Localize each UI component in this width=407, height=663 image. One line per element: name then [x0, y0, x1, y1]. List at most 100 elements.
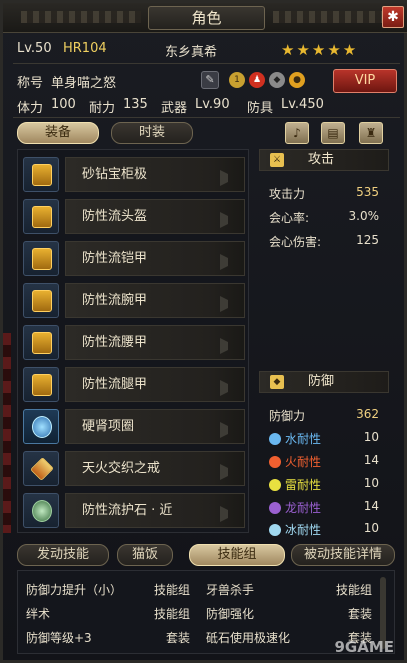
equip-name: 防性流腿甲: [65, 367, 245, 402]
tab-equipment[interactable]: 装备: [17, 122, 99, 144]
defense-header: ◆ 防御: [259, 371, 389, 393]
stat-label: 会心伤害:: [269, 235, 322, 249]
equip-slot-arm[interactable]: 防性流腕甲: [23, 283, 245, 318]
equip-slot-helmet[interactable]: 防性流头盔: [23, 199, 245, 234]
charm-icon: [23, 493, 59, 528]
helmet-icon: [23, 199, 59, 234]
equip-name: 防性流头盔: [65, 199, 245, 234]
shield-icon: ◆: [270, 375, 284, 389]
gem-icon[interactable]: ◆: [269, 72, 285, 88]
stat-label: 防御力: [269, 409, 306, 423]
tab-cat-meal[interactable]: 猫饭: [117, 544, 173, 566]
necklace-icon: [23, 409, 59, 444]
weapon-level: Lv.90: [195, 97, 230, 112]
stat-fire-res: 火耐性 14: [269, 453, 387, 471]
stat-label: 雷耐性: [285, 478, 322, 492]
thunder-icon: [269, 479, 281, 491]
equip-slot-waist[interactable]: 防性流腰甲: [23, 325, 245, 360]
whistle-icon[interactable]: ♪: [285, 122, 309, 144]
close-button[interactable]: ✱: [382, 6, 404, 28]
skill-name: 防御力提升（小）: [26, 583, 123, 597]
watermark-logo: 9GAME: [334, 638, 394, 656]
tab-skill-group[interactable]: 技能组: [189, 544, 285, 566]
character-window: 角色 ✱ Lv.50 HR104 东乡真希 ★★★★★ 称号 单身喵之怒 ✎ 1…: [0, 0, 407, 663]
skill-type: 套装: [348, 607, 373, 621]
stat-thunder-res: 雷耐性 10: [269, 476, 387, 494]
skill-type: 技能组: [336, 583, 373, 597]
stat-label: 冰耐性: [285, 523, 322, 537]
vip-button[interactable]: VIP: [333, 69, 397, 93]
stat-label: 会心率:: [269, 211, 310, 225]
ice-icon: [269, 524, 281, 536]
equip-name: 防性流铠甲: [65, 241, 245, 276]
armor-label: 防具: [247, 101, 274, 116]
weapon-label: 武器: [161, 101, 188, 116]
chest-icon: [23, 241, 59, 276]
stamina-label: 体力: [17, 101, 44, 116]
divider: [13, 117, 400, 118]
armor-set-icon[interactable]: ♜: [359, 122, 383, 144]
equip-slot-weapon[interactable]: 砂钻宝柜极: [23, 157, 245, 192]
title-value: 单身喵之怒: [51, 76, 117, 91]
equip-slot-leg[interactable]: 防性流腿甲: [23, 367, 245, 402]
skill-name: 绊术: [26, 607, 51, 621]
attack-heading: 攻击: [308, 152, 335, 167]
stat-crit-damage: 会心伤害: 125: [269, 233, 387, 251]
stat-label: 水耐性: [285, 432, 322, 446]
arm-icon: [23, 283, 59, 318]
title-bar: 角色 ✱: [3, 3, 407, 33]
title-label: 称号: [17, 76, 44, 91]
passive-skill-detail-button[interactable]: 被动技能详情: [291, 544, 395, 566]
equip-name: 硬肾项圈: [65, 409, 245, 444]
tab-active-skills[interactable]: 发动技能: [17, 544, 109, 566]
stat-value: 10: [363, 430, 379, 444]
skill-name: 牙兽杀手: [206, 583, 255, 597]
stat-value: 14: [363, 453, 379, 467]
level-text: Lv.50: [17, 41, 52, 56]
equip-slot-necklace[interactable]: 硬肾项圈: [23, 409, 245, 444]
hunter-rank: HR104: [63, 41, 107, 56]
stat-value: 362: [356, 407, 379, 421]
equip-slot-charm[interactable]: 防性流护石 · 近: [23, 493, 245, 528]
scroll-icon[interactable]: ▤: [321, 122, 345, 144]
skill-type: 技能组: [154, 607, 191, 621]
dragon-icon: [269, 502, 281, 514]
attack-icon: ⚔: [270, 153, 284, 167]
stat-crit-rate: 会心率: 3.0%: [269, 209, 387, 227]
equip-slot-ring[interactable]: 天火交织之戒: [23, 451, 245, 486]
waist-icon: [23, 325, 59, 360]
stat-attack-power: 攻击力 535: [269, 185, 387, 203]
stats-panel: ⚔ 攻击 攻击力 535 会心率: 3.0% 会心伤害: 125 ◆ 防御 防御…: [259, 149, 389, 537]
stat-value: 14: [363, 499, 379, 513]
rank-badge-icon[interactable]: 1: [229, 72, 245, 88]
stamina-value: 100: [51, 97, 76, 112]
armor-level: Lv.450: [281, 97, 324, 112]
leg-icon: [23, 367, 59, 402]
equip-name: 防性流护石 · 近: [65, 493, 245, 528]
stat-label: 攻击力: [269, 187, 306, 201]
equip-name: 防性流腕甲: [65, 283, 245, 318]
stat-label: 火耐性: [285, 455, 322, 469]
water-icon: [269, 433, 281, 445]
equip-name: 砂钻宝柜极: [65, 157, 245, 192]
coin-icon[interactable]: ●: [289, 72, 305, 88]
stat-value: 3.0%: [348, 209, 380, 223]
stat-water-res: 水耐性 10: [269, 430, 387, 448]
stat-ice-res: 冰耐性 10: [269, 521, 387, 539]
title-ornament-left: [21, 11, 141, 23]
endurance-label: 耐力: [89, 101, 116, 116]
edit-icon[interactable]: ✎: [201, 71, 219, 89]
skill-name: 防御强化: [206, 607, 255, 621]
stat-value: 535: [356, 185, 379, 199]
stat-defense: 防御力 362: [269, 407, 387, 425]
equip-name: 天火交织之戒: [65, 451, 245, 486]
title-ornament-right: [273, 11, 393, 23]
skill-name: 防御等级+3: [26, 631, 92, 645]
tab-fashion[interactable]: 时装: [111, 122, 193, 144]
window-title: 角色: [148, 6, 265, 30]
skill-type: 套装: [166, 631, 191, 645]
ring-icon: [23, 451, 59, 486]
character-badge-icon[interactable]: ♟: [249, 72, 265, 88]
fire-icon: [269, 456, 281, 468]
equip-slot-chest[interactable]: 防性流铠甲: [23, 241, 245, 276]
